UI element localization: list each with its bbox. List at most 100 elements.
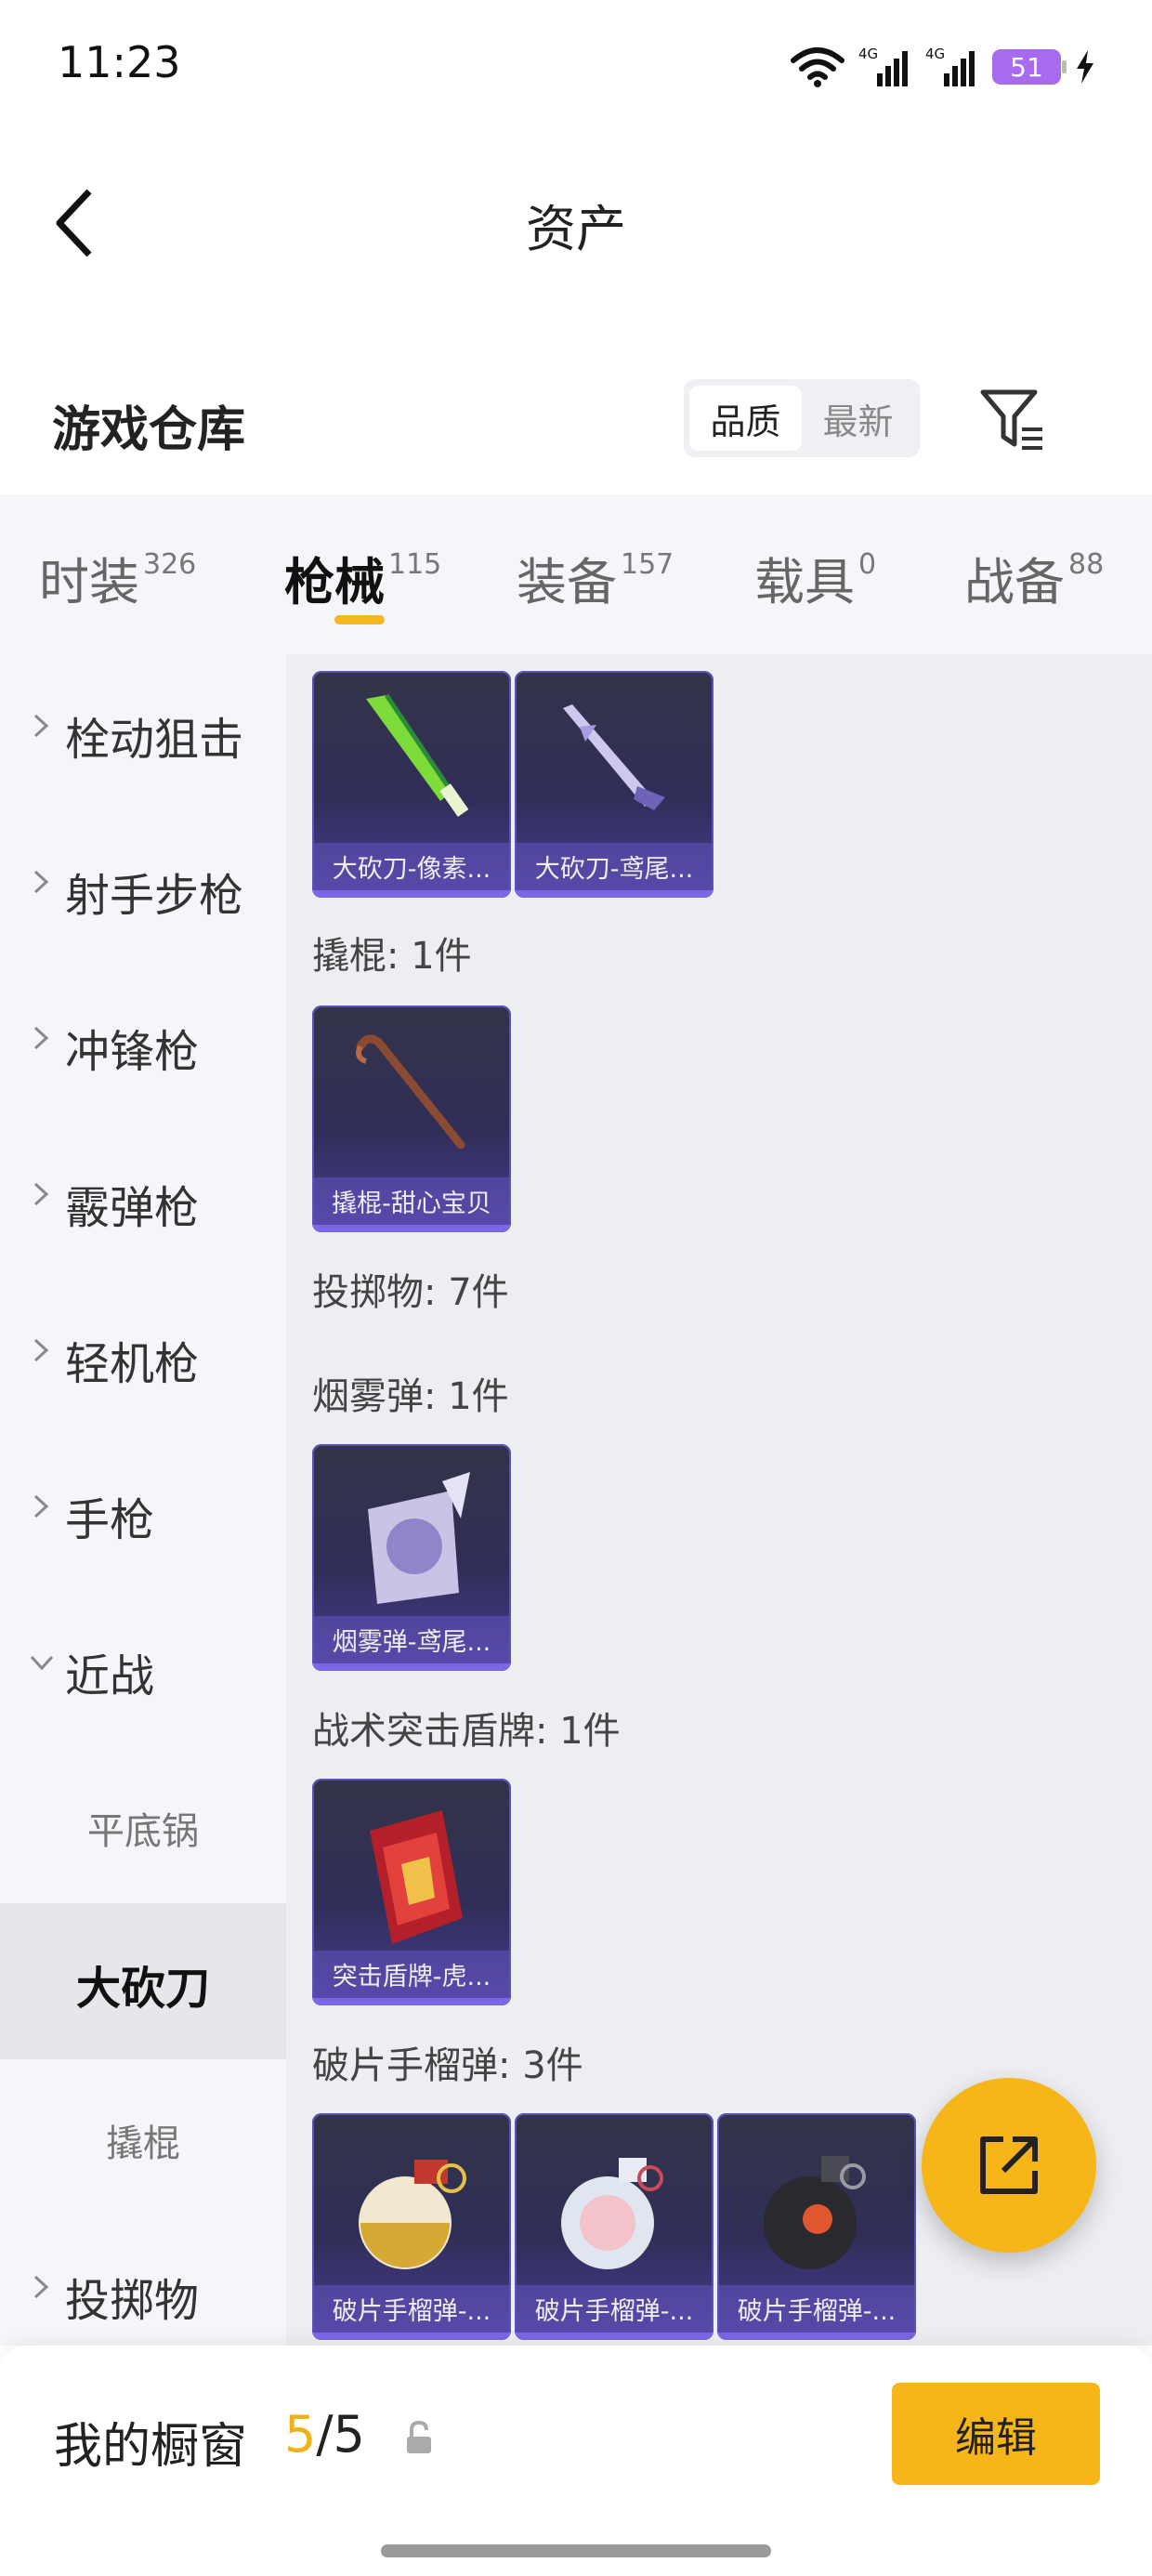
smoke-grenade-art-icon	[368, 1472, 470, 1604]
sidebar-item-pistol[interactable]: 手枪	[0, 1435, 286, 1591]
chevron-right-icon	[33, 1026, 49, 1050]
showcase-total: /5	[316, 2405, 365, 2464]
rarity-bar	[312, 2333, 511, 2340]
chevron-right-icon	[33, 1494, 49, 1518]
battery-level: 51	[1010, 51, 1043, 83]
chevron-right-icon	[33, 1338, 49, 1362]
chevron-right-icon	[33, 2275, 49, 2299]
item-card-machete-iris[interactable]: 大砍刀-鸢尾...	[515, 671, 713, 898]
status-icons: 4G 4G 51	[790, 41, 1096, 93]
machete-art-icon	[366, 693, 469, 818]
sidebar-item-label: 射手步枪	[65, 870, 244, 922]
tab-firearms[interactable]: 枪械 115	[284, 541, 441, 614]
rarity-bar	[515, 890, 713, 898]
section-label: 战术突击盾牌: 1件	[312, 1710, 621, 1753]
tab-label: 战备	[964, 553, 1065, 611]
signal-4g-icon: 4G	[925, 46, 975, 86]
tab-label: 装备	[517, 553, 617, 611]
home-indicator[interactable]	[381, 2544, 771, 2557]
svg-text:4G: 4G	[925, 46, 945, 62]
item-card-machete-pixel[interactable]: 大砍刀-像素...	[312, 671, 511, 898]
item-card-name: 大砍刀-鸢尾...	[515, 843, 713, 890]
svg-text:4G: 4G	[858, 46, 878, 62]
status-bar: 11:23 4G 4G 51	[0, 0, 1152, 139]
item-card-name: 撬棍-甜心宝贝	[312, 1177, 511, 1225]
tab-count: 115	[388, 548, 442, 581]
item-card-name: 突击盾牌-虎...	[312, 1951, 511, 1998]
tab-vehicles[interactable]: 载具 0	[754, 541, 876, 614]
tab-supplies[interactable]: 战备 88	[964, 541, 1104, 614]
rarity-bar	[312, 890, 511, 898]
rarity-bar	[312, 1663, 511, 1671]
charging-icon	[1077, 50, 1093, 84]
item-card-name: 大砍刀-像素...	[312, 843, 511, 890]
sidebar-item-label: 冲锋枪	[65, 1026, 200, 1078]
tab-count: 157	[621, 548, 674, 581]
rarity-bar	[312, 1225, 511, 1232]
shield-art-icon	[370, 1810, 463, 1944]
sidebar-item-lmg[interactable]: 轻机枪	[0, 1279, 286, 1435]
tab-count: 0	[858, 548, 877, 581]
chevron-down-icon	[30, 1655, 54, 1671]
sort-quality-button[interactable]: 品质	[689, 386, 802, 451]
section-label: 撬棍: 1件	[312, 935, 472, 978]
sort-latest-button[interactable]: 最新	[802, 386, 914, 451]
sidebar-item-smg[interactable]: 冲锋枪	[0, 966, 286, 1123]
item-card-frag-grenade[interactable]: 破片手榴弹-...	[312, 2113, 511, 2340]
sidebar-subitem-label: 撬棍	[106, 2123, 180, 2165]
warehouse-title: 游戏仓库	[52, 402, 246, 458]
rarity-bar	[312, 1998, 511, 2005]
external-link-icon	[980, 2136, 1038, 2194]
sidebar-subitem-label: 大砍刀	[75, 1963, 210, 2015]
item-card-assault-shield[interactable]: 突击盾牌-虎...	[312, 1779, 511, 2005]
item-card-frag-grenade[interactable]: 破片手榴弹-...	[515, 2113, 713, 2340]
sidebar-item-label: 霰弹枪	[65, 1182, 200, 1234]
sidebar-item-shotgun[interactable]: 霰弹枪	[0, 1123, 286, 1279]
item-card-crowbar[interactable]: 撬棍-甜心宝贝	[312, 1005, 511, 1232]
rarity-bar	[717, 2333, 916, 2340]
filter-button[interactable]	[977, 385, 1048, 455]
item-card-name: 破片手榴弹-...	[312, 2285, 511, 2333]
item-card-name: 破片手榴弹-...	[515, 2285, 713, 2333]
edit-button[interactable]: 编辑	[892, 2383, 1100, 2485]
sidebar: 栓动狙击 射手步枪 冲锋枪 霰弹枪 轻机枪 手枪 近战 平底锅 大砍刀 撬棍 投…	[0, 654, 286, 2346]
crowbar-art-icon	[356, 1034, 465, 1150]
tab-label: 载具	[754, 553, 855, 611]
showcase-bar: 我的橱窗 5/5 编辑	[0, 2346, 1152, 2576]
status-time: 11:23	[58, 37, 181, 87]
sidebar-item-marksman-rifle[interactable]: 射手步枪	[0, 810, 286, 966]
item-card-smoke-grenade[interactable]: 烟雾弹-鸢尾...	[312, 1444, 511, 1671]
tab-count: 88	[1068, 548, 1105, 581]
tab-fashion[interactable]: 时装 326	[39, 541, 196, 614]
chevron-right-icon	[33, 870, 49, 894]
sidebar-item-bolt-action-sniper[interactable]: 栓动狙击	[0, 654, 286, 810]
share-fab-button[interactable]	[922, 2078, 1096, 2253]
grenade-art-icon	[764, 2156, 866, 2269]
tab-label: 枪械	[284, 553, 385, 611]
sidebar-item-label: 手枪	[65, 1494, 155, 1546]
tab-count: 326	[143, 548, 197, 581]
sidebar-subitem-crowbar[interactable]: 撬棍	[0, 2059, 286, 2215]
rarity-bar	[515, 2333, 713, 2340]
tab-equipment[interactable]: 装备 157	[517, 541, 674, 614]
category-tabs: 时装 326 枪械 115 装备 157 载具 0 战备 88	[0, 494, 1152, 654]
item-card-name: 破片手榴弹-...	[717, 2285, 916, 2333]
sidebar-item-melee[interactable]: 近战	[0, 1591, 286, 1747]
grenade-art-icon	[561, 2158, 663, 2269]
sidebar-subitem-label: 平底锅	[87, 1810, 199, 1853]
item-card-frag-grenade[interactable]: 破片手榴弹-...	[717, 2113, 916, 2340]
showcase-count: 5/5	[284, 2405, 365, 2464]
section-label: 烟雾弹: 1件	[312, 1375, 509, 1418]
warehouse-header: 游戏仓库 品质 最新	[0, 353, 1152, 493]
tab-label: 时装	[39, 553, 139, 611]
tab-indicator	[334, 615, 385, 624]
sidebar-subitem-frying-pan[interactable]: 平底锅	[0, 1747, 286, 1903]
wifi-icon	[791, 47, 844, 87]
filter-icon	[980, 389, 1042, 450]
showcase-label: 我的橱窗	[54, 2419, 248, 2475]
sidebar-subitem-machete[interactable]: 大砍刀	[0, 1903, 286, 2059]
sidebar-item-label: 投掷物	[65, 2275, 200, 2327]
sidebar-item-label: 轻机枪	[65, 1338, 200, 1390]
section-label: 破片手榴弹: 3件	[312, 2044, 583, 2087]
battery-icon: 51	[992, 49, 1067, 85]
